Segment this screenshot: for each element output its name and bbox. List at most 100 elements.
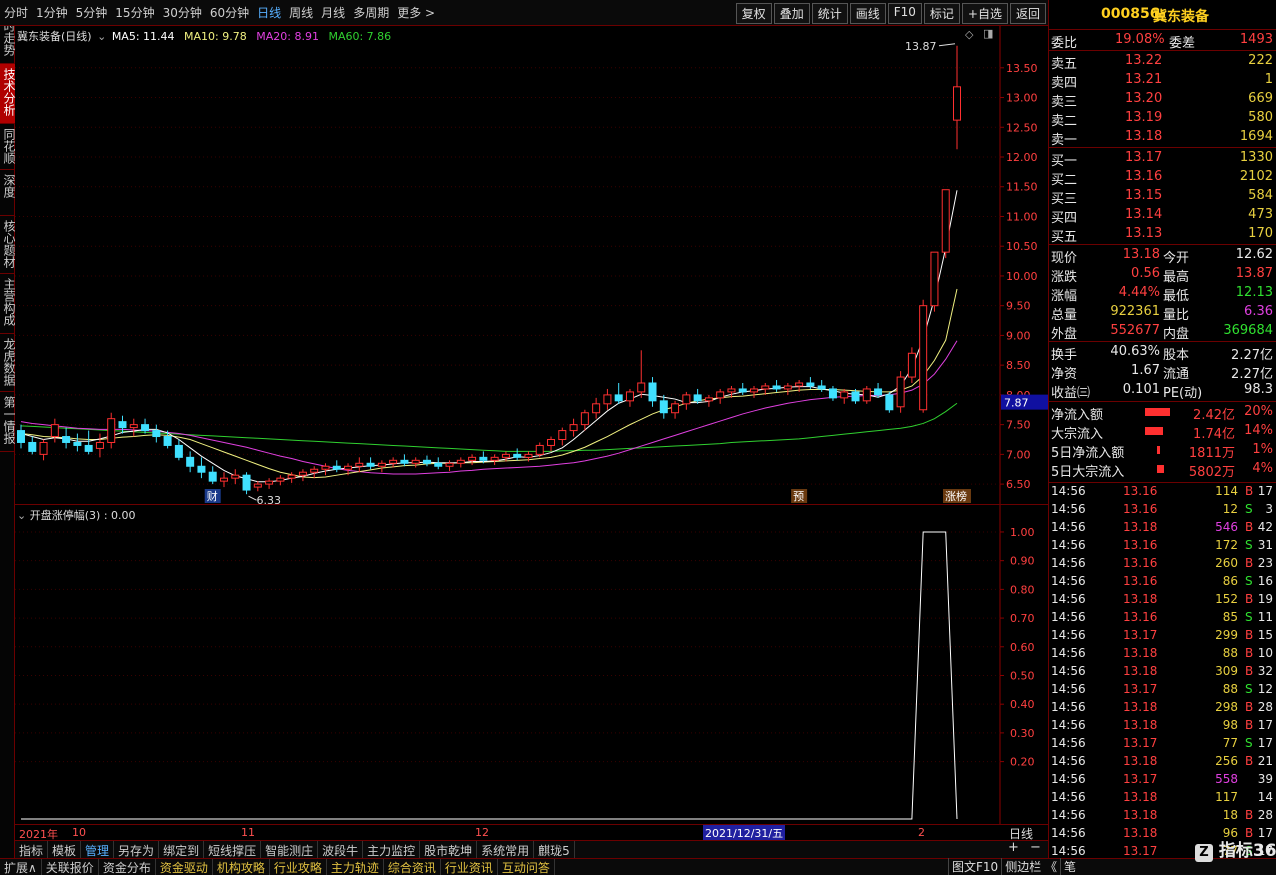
tick-row: 14:56 13.17 299 B 15 — [1049, 627, 1276, 646]
candle-body — [129, 424, 138, 429]
left-nav-tab[interactable]: 技术分析 — [0, 64, 16, 124]
bottom-tab[interactable]: 主力轨迹 — [327, 859, 384, 875]
period-tab[interactable]: 30分钟 — [163, 4, 202, 21]
bottom-tab[interactable]: 机构攻略 — [213, 859, 270, 875]
tick-count: 17 — [1257, 484, 1273, 498]
fundamental-label: 收益㈢ — [1051, 386, 1091, 401]
bid-label: 买一 — [1051, 154, 1078, 169]
axis-cursor-date: 2021/12/31/五 — [703, 825, 786, 841]
left-nav-tab[interactable]: 主营构成 — [0, 274, 16, 334]
candle-body — [219, 477, 228, 482]
period-tab[interactable]: 月线 — [321, 4, 345, 21]
tool-button[interactable]: 复权 — [735, 3, 772, 24]
indicator-tab[interactable]: 短线撑压 — [204, 841, 262, 858]
fundamental-row: 净资 1.67 流通 2.27亿 — [1049, 362, 1276, 382]
quote-row: 外盘 552677 内盘 369684 — [1049, 322, 1276, 342]
ask-volume: 669 — [1248, 91, 1273, 106]
candle-body — [828, 388, 837, 399]
tool-button[interactable]: F10 — [887, 3, 922, 24]
tick-row: 14:56 13.18 117 14 — [1049, 789, 1276, 808]
left-nav-tab[interactable]: 深度F9 — [0, 170, 16, 216]
flow-percent: 20% — [1244, 404, 1273, 419]
zoom-out-icon[interactable]: − — [1030, 840, 1041, 855]
bottom-tab[interactable]: 行业资讯 — [441, 859, 498, 875]
flow-percent: 14% — [1244, 423, 1273, 438]
tick-count: 16 — [1257, 574, 1273, 588]
bottom-tab[interactable]: 资金分布 — [99, 859, 156, 875]
ma20-line — [20, 340, 958, 475]
bottom-tab[interactable]: 综合资讯 — [384, 859, 441, 875]
kline-chart[interactable]: 冀东装备(日线) ⌄ MA5: 11.44 MA10: 9.78 MA20: 8… — [15, 26, 1048, 504]
period-tab[interactable]: 1分钟 — [36, 4, 68, 21]
indicator-tab[interactable]: 股市乾坤 — [420, 841, 478, 858]
bottom-tab[interactable]: 互动问答 — [498, 859, 555, 875]
high-annotation-arrow — [938, 43, 956, 47]
bottom-tab[interactable]: 资金驱动 — [156, 859, 213, 875]
period-tab[interactable]: 周线 — [289, 4, 313, 21]
period-tab[interactable]: 15分钟 — [115, 4, 154, 21]
tick-side: B — [1245, 700, 1254, 714]
bottom-tab[interactable]: 关联报价 — [42, 859, 99, 875]
bid-label: 买二 — [1051, 173, 1078, 188]
period-tab[interactable]: 60分钟 — [210, 4, 249, 21]
period-tab[interactable]: 分时 — [4, 4, 28, 21]
f10-button[interactable]: 图文F10 — [948, 858, 1001, 875]
tick-row: 14:56 13.17 77 S 17 — [1049, 735, 1276, 754]
indicator-tab[interactable]: 主力监控 — [363, 841, 421, 858]
indicator-tab[interactable]: 模板 — [48, 841, 82, 858]
indicator-tab[interactable]: 指标 — [15, 841, 49, 858]
tick-price: 13.18 — [1123, 664, 1158, 678]
tool-button[interactable]: +自选 — [961, 3, 1008, 24]
left-nav-tab[interactable]: 龙虎数据 — [0, 334, 16, 392]
ma10-line — [20, 288, 958, 479]
tool-button[interactable]: 统计 — [811, 3, 848, 24]
axis-label-oct: 10 — [72, 826, 86, 839]
tick-volume: 12 — [1222, 502, 1238, 516]
indicator-tab[interactable]: 波段牛 — [318, 841, 364, 858]
bottom-tab[interactable]: 扩展∧ — [0, 859, 42, 875]
period-tab[interactable]: 5分钟 — [76, 4, 108, 21]
indicator-tab[interactable]: 管理 — [81, 841, 115, 858]
candle-body — [174, 444, 183, 458]
y-tick-label: 12.00 — [1006, 151, 1038, 164]
left-nav-tab[interactable]: 核心题材 — [0, 216, 16, 274]
left-nav-tab[interactable]: 第一情报 — [0, 392, 16, 452]
indicator-tab[interactable]: 系统常用 — [477, 841, 535, 858]
tool-button[interactable]: 标记 — [923, 3, 960, 24]
candle-body — [141, 424, 150, 432]
indicator-tab[interactable]: 智能测庄 — [261, 841, 319, 858]
tool-button[interactable]: 画线 — [849, 3, 886, 24]
tick-side: B — [1245, 556, 1254, 570]
indicator-tab-bar: 指标 模板 管理 另存为 绑定到 短线撑压 智能测庄 波段牛 主力监控 股市乾坤 系统常用 麒珑5 — [15, 840, 1048, 858]
indicator-tab[interactable]: 绑定到 — [159, 841, 205, 858]
candle-body — [107, 418, 116, 443]
period-tab[interactable]: 多周期 — [353, 4, 389, 21]
tick-count: 28 — [1257, 700, 1273, 714]
candle-body — [73, 441, 82, 446]
quote-label: 总量 — [1051, 308, 1078, 323]
y-tick-label: 0.60 — [1010, 641, 1035, 654]
period-tab[interactable]: 日线 — [257, 4, 281, 21]
bid-price: 13.14 — [1125, 207, 1163, 222]
tick-side: B — [1245, 592, 1254, 606]
candle-body — [321, 465, 330, 470]
flow-bar — [1145, 408, 1171, 416]
zoom-in-icon[interactable]: + — [1008, 840, 1019, 855]
candle-body — [772, 385, 781, 390]
tool-button[interactable]: 叠加 — [773, 3, 810, 24]
tick-volume: 88 — [1222, 682, 1238, 696]
quote-label: 内盘 — [1163, 327, 1190, 342]
bottom-tab[interactable]: 行业攻略 — [270, 859, 327, 875]
tick-row: 14:56 13.16 85 S 11 — [1049, 609, 1276, 628]
fund-flow-row: 净流入额 2.42亿 20% — [1049, 403, 1276, 423]
flow-label: 净流入额 — [1051, 408, 1104, 423]
order-diff: 1493 — [1239, 32, 1273, 47]
period-tab[interactable]: 更多 > — [397, 4, 435, 21]
flow-label: 5日大宗流入 — [1051, 465, 1125, 480]
left-nav-tab[interactable]: 同花顺 — [0, 124, 16, 170]
indicator-chart[interactable]: ⌄ 开盘涨停幅(3) : 0.00 1.00 0.90 0.80 0.70 0.60 0.… — [15, 504, 1048, 825]
tick-time: 14:56 — [1051, 700, 1086, 714]
tool-button[interactable]: 返回 — [1009, 3, 1046, 24]
indicator-tab[interactable]: 麒珑5 — [534, 841, 575, 858]
indicator-tab[interactable]: 另存为 — [114, 841, 160, 858]
